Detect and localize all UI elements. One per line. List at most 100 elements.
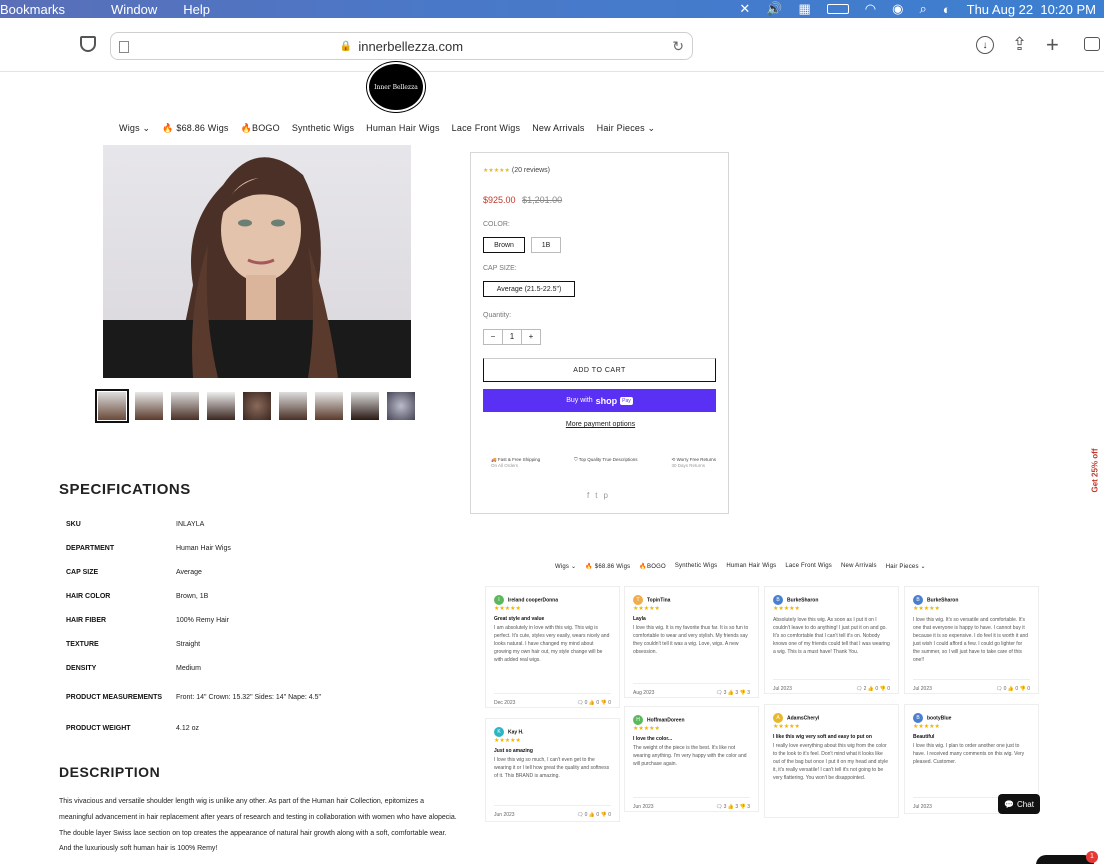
shield-icon[interactable]	[80, 36, 96, 52]
keyboard-icon[interactable]: ▦	[799, 1, 811, 17]
product-main-image[interactable]	[103, 145, 411, 378]
twitter-icon[interactable]: t	[595, 491, 603, 500]
chat-button[interactable]: 💬 Chat	[998, 794, 1040, 814]
nav-lace-front[interactable]: Lace Front Wigs	[785, 563, 832, 570]
nav-hair-pieces[interactable]: Hair Pieces ⌄	[597, 123, 656, 134]
nav-synthetic[interactable]: Synthetic Wigs	[292, 123, 354, 134]
thumbnail-1[interactable]	[95, 389, 129, 423]
color-option-brown[interactable]: Brown	[483, 237, 525, 253]
shop-pay-button[interactable]: Buy with shop Pay	[483, 389, 716, 412]
wifi-icon[interactable]: ◠	[865, 1, 876, 17]
tabs-overview-icon[interactable]	[1084, 37, 1100, 51]
star-rating-icon: ★★★★★	[483, 168, 510, 174]
quantity-label: Quantity:	[483, 312, 512, 319]
star-rating-icon: ★★★★★	[913, 724, 940, 730]
thumbnail-9[interactable]	[387, 392, 415, 420]
menu-window[interactable]: Window	[111, 2, 157, 17]
add-to-cart-label: ADD TO CART	[573, 366, 626, 374]
volume-icon[interactable]: 🔊	[766, 1, 782, 17]
download-icon[interactable]: ↓	[976, 36, 994, 54]
user-icon[interactable]: ◉	[892, 1, 903, 17]
review-votes[interactable]: 🗨 3 👍 3 👎 3	[716, 690, 750, 696]
store-logo[interactable]: Inner Bellezza	[369, 64, 423, 110]
color-option-1b[interactable]: 1B	[531, 237, 561, 253]
review-votes[interactable]: 🗨 2 👍 0 👎 0	[856, 686, 890, 692]
nav-new-arrivals[interactable]: New Arrivals	[532, 123, 584, 134]
star-rating-icon: ★★★★★	[773, 724, 800, 730]
reload-icon[interactable]: ↻	[672, 38, 684, 55]
search-icon[interactable]: ⌕	[919, 1, 926, 17]
new-tab-icon[interactable]: +	[1046, 32, 1059, 58]
vote-count: 0	[596, 700, 600, 706]
thumbnail-8[interactable]	[351, 392, 379, 420]
spec-key: HAIR COLOR	[66, 592, 111, 600]
chevron-down-icon: ⌄	[647, 123, 656, 133]
spec-value: Brown, 1B	[176, 592, 209, 600]
benefit-returns-sub: 30 Days Returns	[671, 463, 706, 468]
nav-lace-front[interactable]: Lace Front Wigs	[452, 123, 521, 134]
nav-bogo[interactable]: 🔥BOGO	[639, 563, 665, 570]
nav-human-hair[interactable]: Human Hair Wigs	[366, 123, 440, 134]
review-date: Aug 2023	[633, 690, 655, 696]
thumbnail-2[interactable]	[135, 392, 163, 420]
menu-help[interactable]: Help	[183, 2, 210, 17]
mute-icon[interactable]: ✕	[739, 1, 750, 17]
review-votes[interactable]: 🗨 0 👍 0 👎 0	[996, 686, 1030, 692]
nav-new-arrivals[interactable]: New Arrivals	[841, 563, 877, 570]
vote-count: 0	[596, 812, 600, 818]
reviewer-name: AdamsCheryl	[787, 715, 820, 722]
star-rating-icon: ★★★★★	[633, 606, 660, 612]
benefit-shipping-label: Fast & Free Shipping	[497, 457, 541, 462]
battery-icon[interactable]	[826, 4, 849, 14]
url-bar[interactable]: 🔒 innerbellezza.com ↻	[110, 32, 693, 60]
thumbnail-4[interactable]	[207, 392, 235, 420]
quantity-decrease-button[interactable]: −	[484, 330, 503, 344]
rating-summary[interactable]: ★★★★★ (20 reviews)	[483, 167, 550, 174]
thumbnail-3[interactable]	[171, 392, 199, 420]
thumbnail-5[interactable]	[243, 392, 271, 420]
vote-count: 3	[723, 690, 727, 696]
vote-count: 0	[1003, 686, 1007, 692]
pinterest-icon[interactable]: p	[604, 491, 614, 500]
thumbnail-6[interactable]	[279, 392, 307, 420]
nav-bogo[interactable]: 🔥BOGO	[241, 123, 280, 134]
review-votes[interactable]: 🗨 0 👍 0 👎 0	[577, 700, 611, 706]
reviewer-name: Ireland cooperDonna	[508, 597, 559, 604]
add-to-cart-button[interactable]: ADD TO CART	[483, 358, 716, 382]
nav-synthetic[interactable]: Synthetic Wigs	[675, 563, 717, 570]
spec-row: SKU INLAYLA	[66, 512, 336, 536]
nav-human-hair[interactable]: Human Hair Wigs	[726, 563, 776, 570]
lock-icon: 🔒	[339, 40, 353, 52]
nav-sale-wigs[interactable]: 🔥 $68.86 Wigs	[162, 123, 228, 134]
model-portrait-illustration	[103, 157, 411, 378]
thumbnail-7[interactable]	[315, 392, 343, 420]
nav-sale-wigs[interactable]: 🔥 $68.86 Wigs	[585, 563, 630, 570]
control-center-icon[interactable]: ◐	[943, 2, 951, 17]
sale-price: $925.00	[483, 195, 516, 205]
nav-hair-pieces[interactable]: Hair Pieces ⌄	[886, 563, 926, 570]
quantity-increase-button[interactable]: +	[521, 330, 540, 344]
vote-count: 0	[608, 812, 611, 818]
price-row: $925.00 $1,201.00	[483, 195, 562, 205]
clock[interactable]: Thu Aug 22 10:20 PM	[967, 2, 1096, 17]
benefit-quality-label: Top Quality True Descriptions	[578, 457, 638, 462]
quantity-input[interactable]: 1	[503, 330, 521, 344]
nav-wigs[interactable]: Wigs ⌄	[119, 123, 150, 134]
spec-key: DEPARTMENT	[66, 544, 115, 552]
benefit-returns: ⟲ Worry Free Returns 30 Days Returns	[672, 457, 716, 468]
cap-size-average[interactable]: Average (21.5-22.5")	[483, 281, 575, 297]
more-payment-options-link[interactable]: More payment options	[471, 421, 730, 428]
nav-wigs[interactable]: Wigs ⌄	[555, 563, 576, 570]
spec-row: PRODUCT WEIGHT 4.12 oz	[66, 716, 336, 740]
review-votes[interactable]: 🗨 3 👍 3 👎 3	[716, 804, 750, 810]
spec-row: TEXTURE Straight	[66, 632, 336, 656]
avatar: K	[494, 727, 504, 737]
share-icon[interactable]: ⇪	[1012, 34, 1027, 55]
review-date: Dec 2023	[494, 700, 516, 706]
discount-side-tab[interactable]: Get 25% off	[1086, 440, 1104, 500]
reviewer-name: HoffmanDoreen	[647, 717, 685, 724]
menu-bookmarks[interactable]: Bookmarks	[0, 2, 65, 17]
review-title: Layla	[633, 616, 646, 622]
review-votes[interactable]: 🗨 0 👍 0 👎 0	[577, 812, 611, 818]
main-nav: Wigs ⌄ 🔥 $68.86 Wigs 🔥BOGO Synthetic Wig…	[119, 123, 655, 134]
